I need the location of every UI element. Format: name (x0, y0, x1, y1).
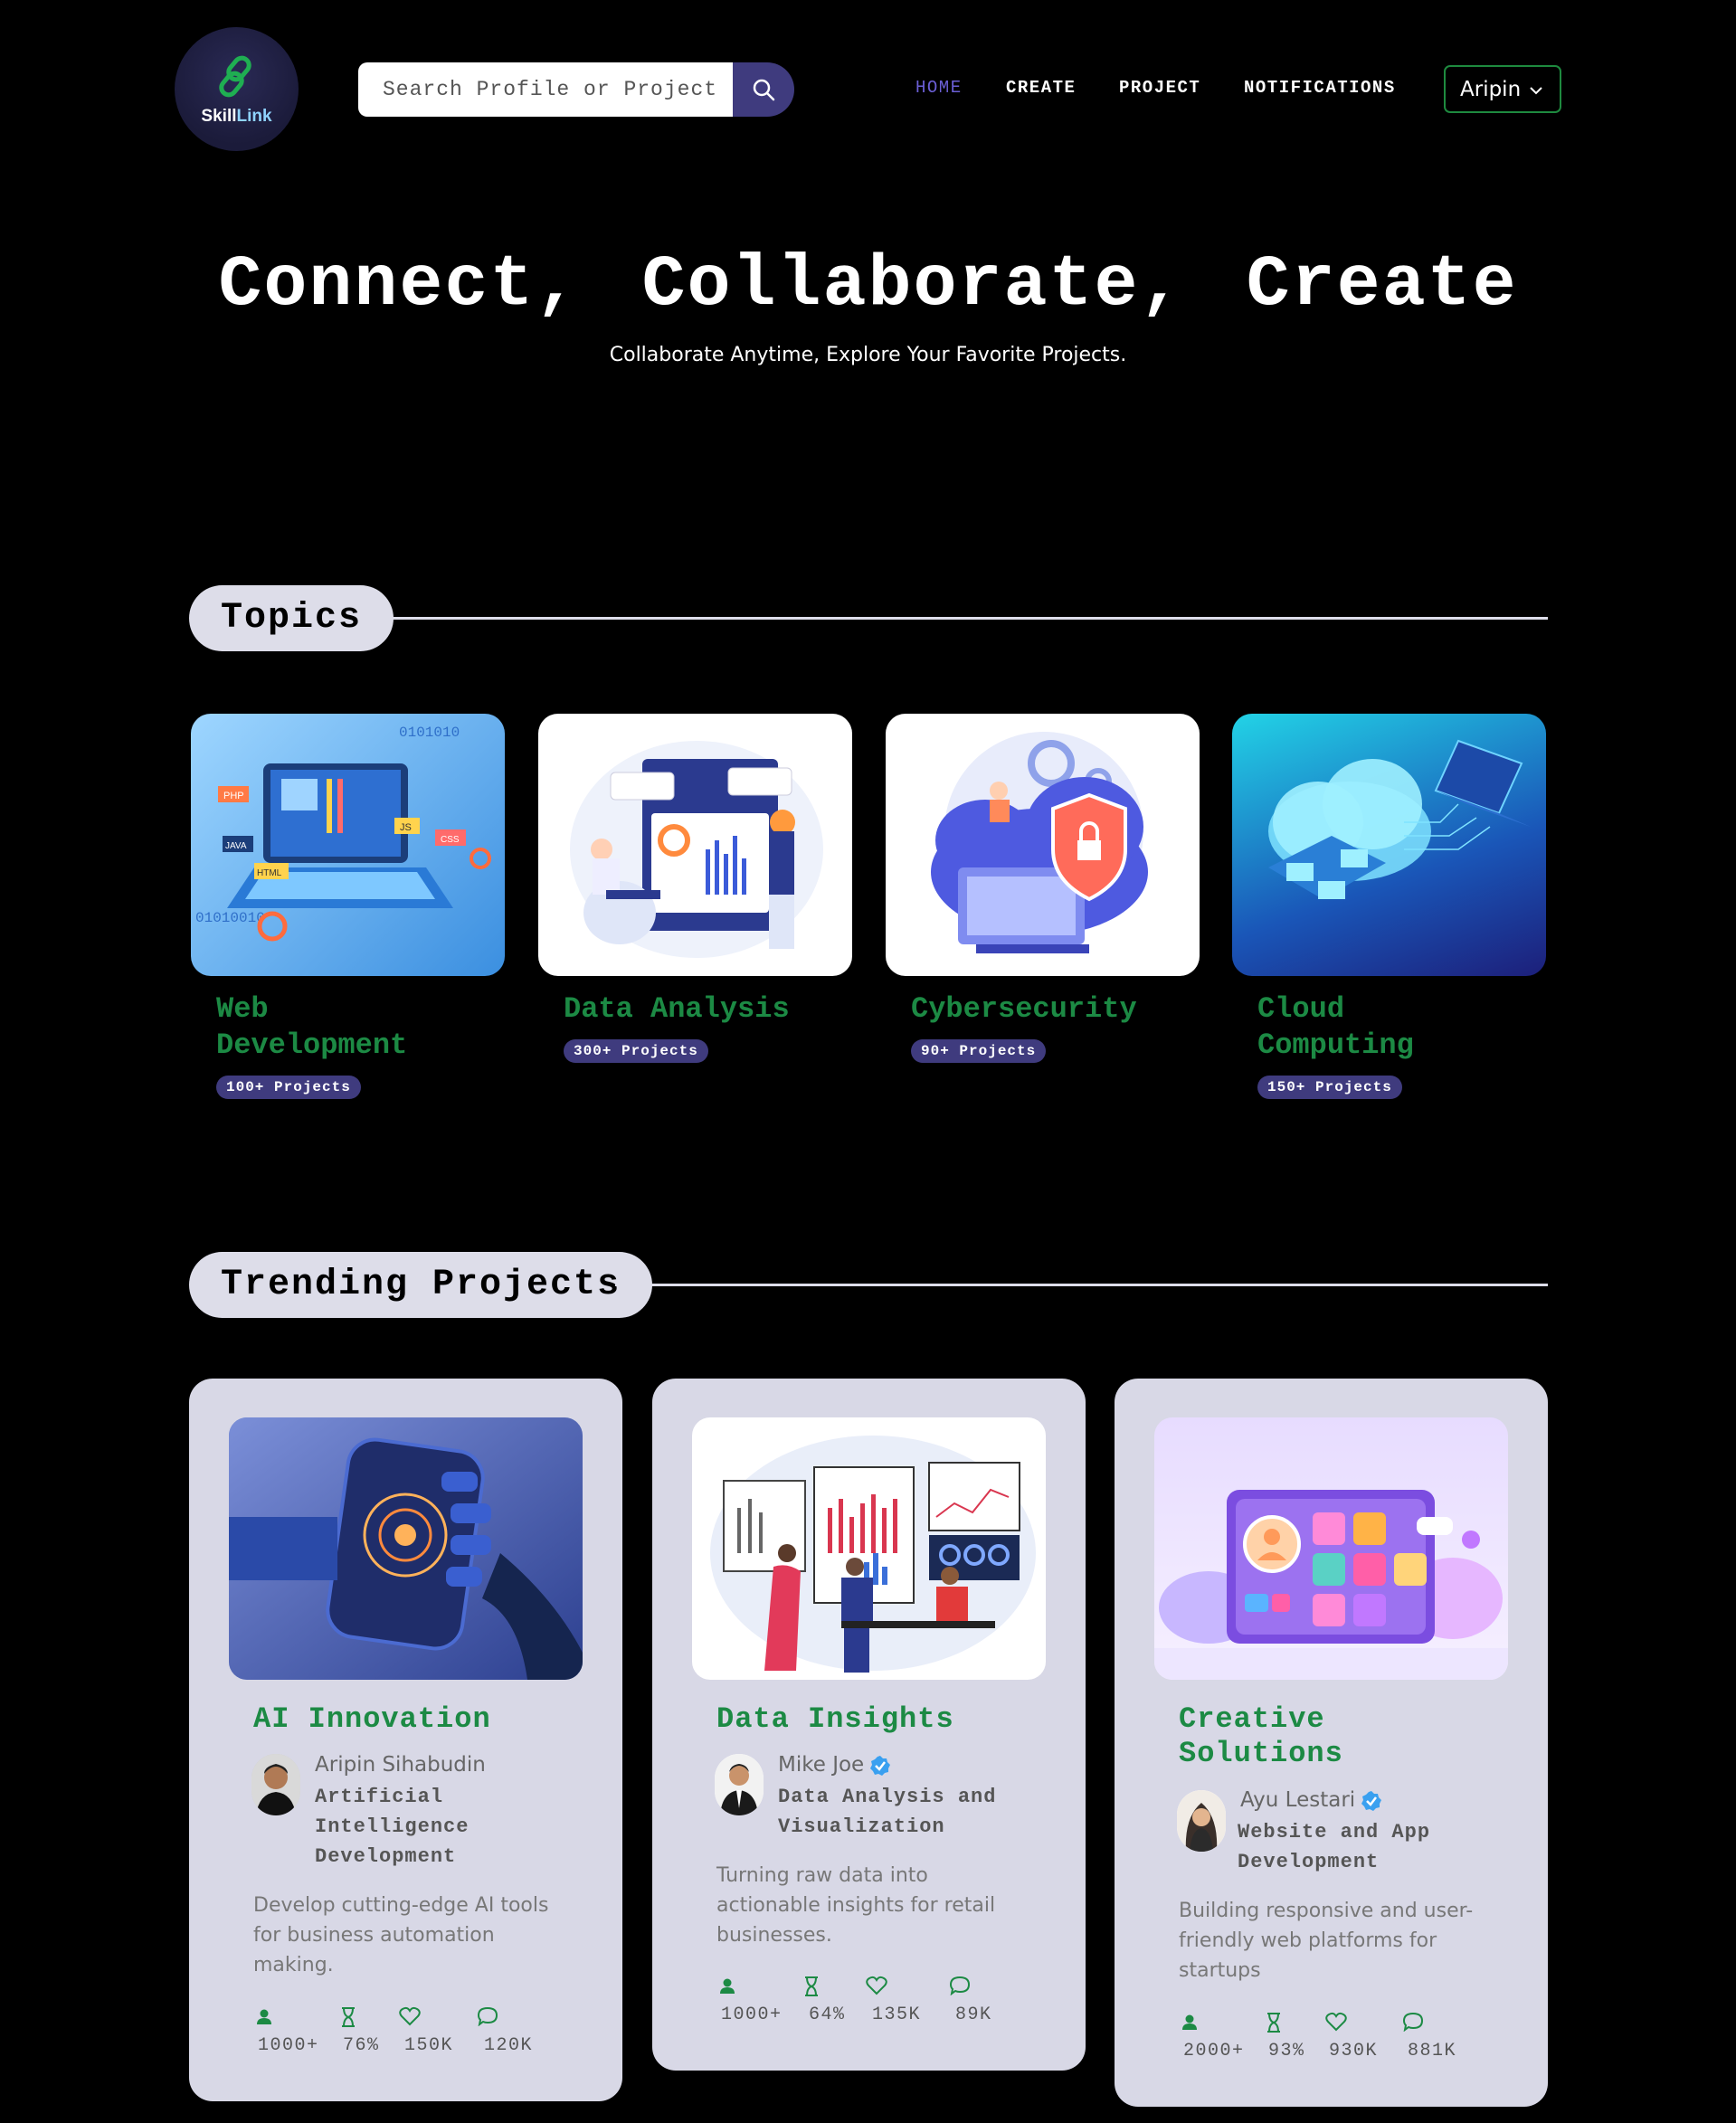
project-image (692, 1417, 1046, 1680)
author-role: Artificial Intelligence Development (315, 1786, 470, 1868)
topic-card-data-analysis[interactable] (538, 714, 852, 976)
svg-text:JAVA: JAVA (225, 841, 247, 851)
nav-project[interactable]: PROJECT (1119, 78, 1200, 98)
search-button[interactable] (733, 62, 794, 117)
hero-subtitle: Collaborate Anytime, Explore Your Favori… (609, 344, 1127, 366)
web-development-illustration: 0101010 01010010 PHP JAVA HTML JS CSS (195, 725, 491, 942)
robot-hand-illustration (229, 1417, 583, 1680)
progress-value: 76% (343, 2035, 380, 2056)
likes-count: 150K (404, 2035, 454, 2056)
author-name[interactable]: Aripin Sihabudin (315, 1753, 486, 1777)
topic-card-cybersecurity[interactable] (886, 714, 1200, 976)
avatar[interactable] (251, 1754, 300, 1815)
svg-text:0101010: 0101010 (399, 725, 460, 741)
nav-create[interactable]: CREATE (1006, 78, 1076, 98)
project-card[interactable]: Creative Solutions Ayu Lestari Website a… (1115, 1379, 1548, 2107)
user-icon (257, 2009, 271, 2024)
nav-home[interactable]: HOME (915, 78, 963, 98)
topic-card-cloud-computing[interactable] (1232, 714, 1546, 976)
heart-icon[interactable] (866, 1976, 887, 1995)
search-bar (358, 62, 794, 117)
author-photo (1177, 1790, 1226, 1852)
project-count-badge: 150+ Projects (1257, 1076, 1402, 1099)
members-count: 1000+ (721, 2005, 783, 2025)
comment-icon[interactable] (1402, 2012, 1424, 2032)
progress-value: 64% (809, 2005, 846, 2025)
project-description: Turning raw data into actionable insight… (716, 1864, 996, 1947)
author-name[interactable]: Ayu Lestari (1240, 1788, 1382, 1812)
progress-value: 93% (1268, 2041, 1305, 2061)
comment-icon[interactable] (477, 2006, 498, 2026)
author-photo (715, 1754, 764, 1815)
project-count-badge: 90+ Projects (911, 1039, 1047, 1063)
project-title[interactable]: AI Innovation (253, 1702, 570, 1737)
members-count: 2000+ (1183, 2041, 1245, 2061)
search-icon (753, 79, 775, 101)
chain-link-icon (219, 55, 251, 98)
hourglass-icon (1267, 2013, 1280, 2033)
verified-badge-icon (1361, 1790, 1382, 1811)
topic-card-web-development[interactable]: 0101010 01010010 PHP JAVA HTML JS CSS (191, 714, 505, 976)
likes-count: 930K (1329, 2041, 1379, 2061)
project-image (1154, 1417, 1508, 1680)
project-description: Building responsive and user-friendly we… (1179, 1900, 1474, 1982)
user-icon (1182, 2014, 1197, 2030)
svg-text:CSS: CSS (441, 835, 460, 845)
data-analysis-illustration (570, 741, 823, 958)
data-insights-illustration (710, 1436, 1036, 1673)
avatar[interactable] (715, 1754, 764, 1815)
author-name[interactable]: Mike Joe (778, 1753, 891, 1777)
user-dropdown[interactable]: Aripin (1444, 65, 1561, 113)
avatar[interactable] (1177, 1790, 1226, 1852)
svg-text:PHP: PHP (223, 791, 244, 801)
project-card[interactable]: AI Innovation Aripin Sihabudin Artificia… (189, 1379, 622, 2101)
svg-text:JS: JS (400, 822, 412, 833)
svg-text:01010010: 01010010 (195, 910, 265, 926)
topics-heading: Topics (189, 585, 394, 651)
logo-text: SkillLink (201, 107, 272, 126)
topic-name[interactable]: Cloud Computing (1257, 991, 1493, 1064)
topic-name[interactable]: Cybersecurity (911, 991, 1146, 1028)
hourglass-icon (342, 2007, 355, 2027)
author-role: Website and App Development (1238, 1821, 1431, 1873)
comment-icon[interactable] (949, 1976, 971, 1995)
project-image (229, 1417, 583, 1680)
project-count-badge: 300+ Projects (564, 1039, 708, 1063)
topics-divider (380, 617, 1548, 620)
project-card[interactable]: Data Insights Mike Joe Data Analysis and… (652, 1379, 1086, 2071)
project-description: Develop cutting-edge AI tools for busine… (253, 1894, 549, 1976)
hourglass-icon (805, 1976, 818, 1996)
author-photo (251, 1754, 300, 1815)
members-count: 1000+ (258, 2035, 319, 2056)
creative-solutions-illustration (1154, 1490, 1508, 1680)
likes-count: 135K (872, 2005, 922, 2025)
project-title[interactable]: Data Insights (716, 1702, 1033, 1737)
comments-count: 881K (1408, 2041, 1457, 2061)
chevron-down-icon (1530, 87, 1542, 95)
trending-divider (615, 1284, 1548, 1286)
verified-badge-icon (870, 1755, 891, 1776)
author-role: Data Analysis and Visualization (778, 1786, 997, 1838)
user-icon (720, 1978, 735, 1994)
cloud-computing-illustration (1268, 739, 1531, 899)
comments-count: 120K (484, 2035, 534, 2056)
project-count-badge: 100+ Projects (216, 1076, 361, 1099)
hero-title: Connect, Collaborate, Create (218, 244, 1518, 327)
nav-notifications[interactable]: NOTIFICATIONS (1244, 78, 1396, 98)
skilllink-logo[interactable]: SkillLink (175, 27, 299, 151)
svg-text:HTML: HTML (257, 868, 282, 878)
heart-icon[interactable] (399, 2006, 421, 2026)
cybersecurity-illustration (931, 732, 1148, 953)
user-name: Aripin (1460, 77, 1522, 101)
comments-count: 89K (955, 2005, 992, 2025)
topic-name[interactable]: Data Analysis (564, 991, 799, 1028)
topic-name[interactable]: Web Development (216, 991, 451, 1064)
trending-heading: Trending Projects (189, 1252, 653, 1318)
heart-icon[interactable] (1325, 2012, 1347, 2032)
search-input[interactable] (358, 62, 733, 117)
project-title[interactable]: Creative Solutions (1179, 1702, 1495, 1771)
